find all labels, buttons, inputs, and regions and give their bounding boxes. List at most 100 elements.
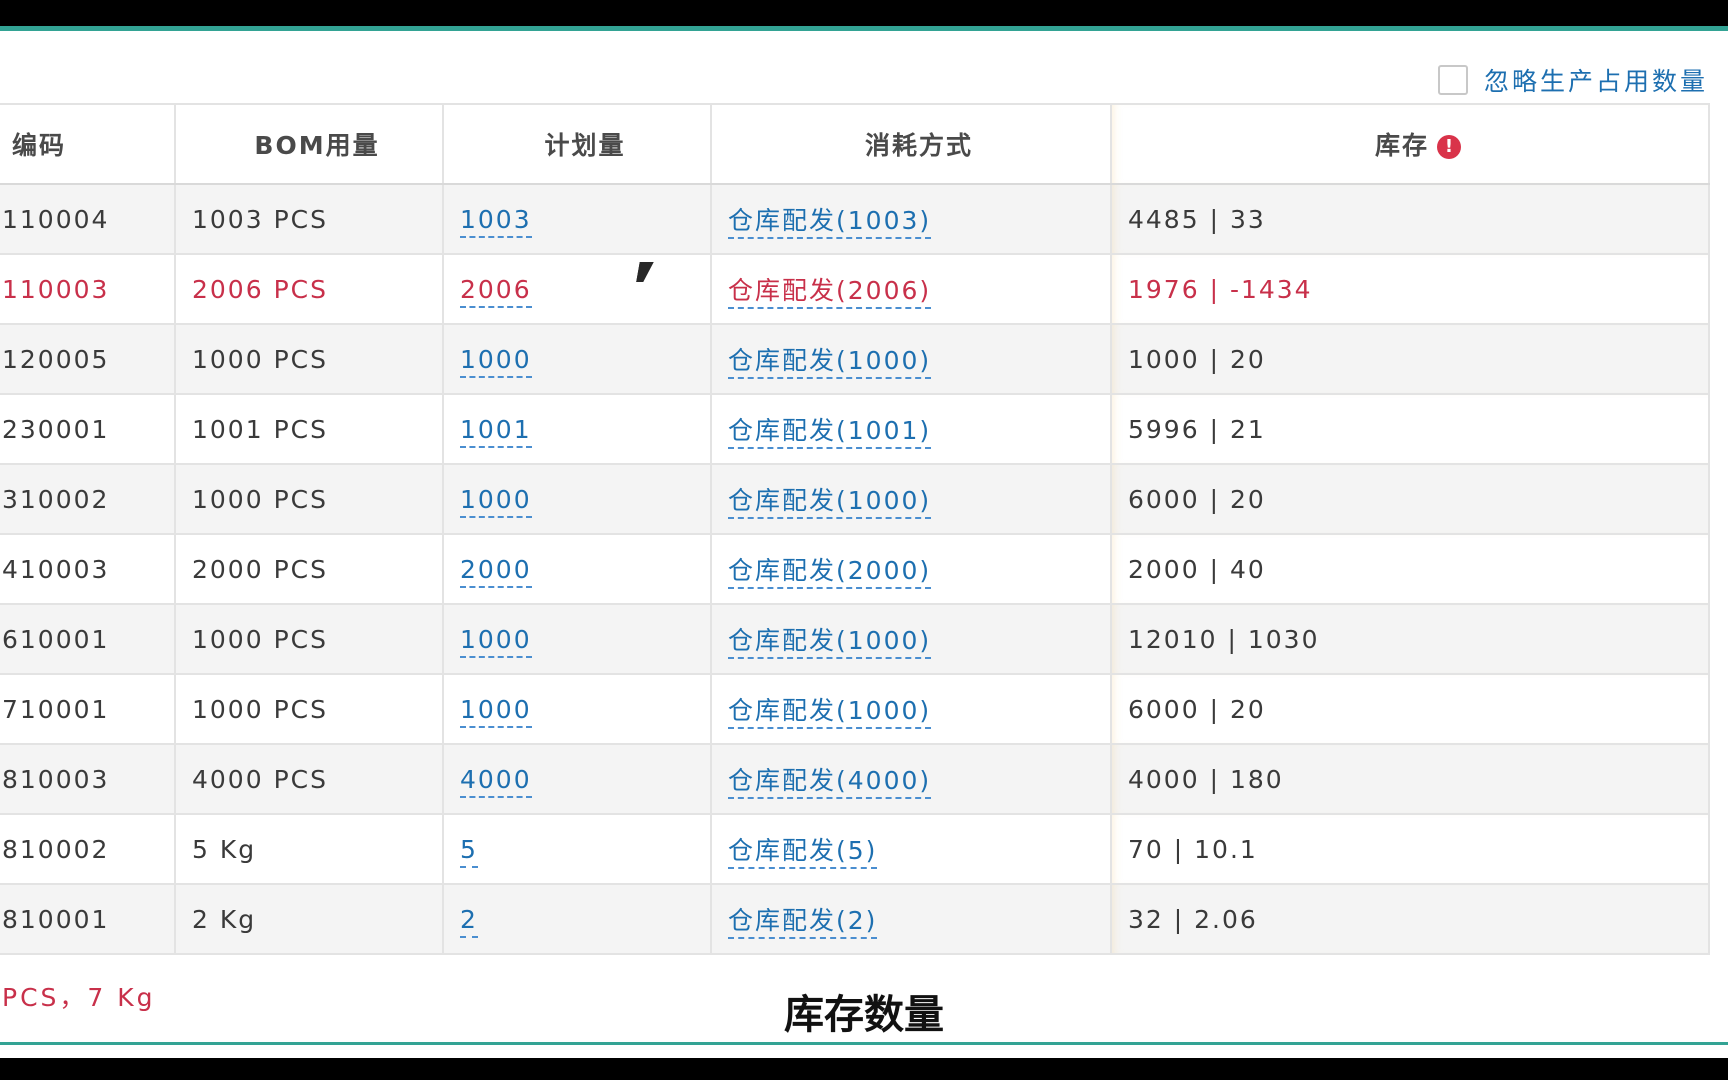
header-stock-label: 库存: [1374, 131, 1429, 160]
cell-plan: 2: [442, 883, 712, 955]
cell-plan: 1000: [442, 603, 712, 675]
table-row: 710001 1000 PCS 1000 仓库配发(1000) 6000 | 20: [0, 673, 1710, 745]
cell-code: 110004: [0, 183, 176, 255]
consume-link[interactable]: 仓库配发(1000): [728, 486, 932, 519]
header-stock: 库存!: [1110, 103, 1710, 185]
cell-bom: 2 Kg: [174, 883, 444, 955]
consume-link[interactable]: 仓库配发(1003): [728, 206, 932, 239]
consume-link[interactable]: 仓库配发(2000): [728, 556, 932, 589]
cell-stock: 70 | 10.1: [1110, 813, 1710, 885]
plan-link[interactable]: 5: [460, 834, 478, 868]
cell-consume: 仓库配发(1000): [710, 673, 1112, 745]
cell-bom: 1001 PCS: [174, 393, 444, 465]
plan-link[interactable]: 2000: [460, 554, 532, 588]
cell-stock: 1976 | -1434: [1110, 253, 1710, 325]
header-code: 编码: [0, 103, 176, 185]
table-header-row: 编码 BOM用量 计划量 消耗方式 库存!: [0, 103, 1710, 185]
cell-consume: 仓库配发(2006): [710, 253, 1112, 325]
cell-code: 810001: [0, 883, 176, 955]
cell-code: 310002: [0, 463, 176, 535]
consume-link[interactable]: 仓库配发(5): [728, 836, 878, 869]
cell-plan: 1000: [442, 463, 712, 535]
cell-code: 120005: [0, 323, 176, 395]
cell-plan: 4000: [442, 743, 712, 815]
cell-stock: 4000 | 180: [1110, 743, 1710, 815]
table-row: 230001 1001 PCS 1001 仓库配发(1001) 5996 | 21: [0, 393, 1710, 465]
consume-link[interactable]: 仓库配发(4000): [728, 766, 932, 799]
cell-bom: 1003 PCS: [174, 183, 444, 255]
plan-link[interactable]: 1000: [460, 624, 532, 658]
cell-stock: 5996 | 21: [1110, 393, 1710, 465]
table-row: 120005 1000 PCS 1000 仓库配发(1000) 1000 | 20: [0, 323, 1710, 395]
ignore-production-toggle[interactable]: 忽略生产占用数量: [1437, 62, 1708, 98]
table-row: 810003 4000 PCS 4000 仓库配发(4000) 4000 | 180: [0, 743, 1710, 815]
consume-link[interactable]: 仓库配发(1001): [728, 416, 932, 449]
cell-consume: 仓库配发(1000): [710, 463, 1112, 535]
cell-stock: 32 | 2.06: [1110, 883, 1710, 955]
plan-link[interactable]: 4000: [460, 764, 532, 798]
cell-plan: 5: [442, 813, 712, 885]
cell-consume: 仓库配发(1000): [710, 603, 1112, 675]
cell-bom: 4000 PCS: [174, 743, 444, 815]
cell-bom: 5 Kg: [174, 813, 444, 885]
header-bom: BOM用量: [174, 103, 444, 185]
cell-stock: 6000 | 20: [1110, 463, 1710, 535]
material-table: 编码 BOM用量 计划量 消耗方式 库存! 110004 1003 PCS 1003…: [0, 103, 1710, 955]
header-consume: 消耗方式: [710, 103, 1112, 185]
table-row: 810002 5 Kg 5 仓库配发(5) 70 | 10.1: [0, 813, 1710, 885]
cell-bom: 1000 PCS: [174, 323, 444, 395]
cell-consume: 仓库配发(4000): [710, 743, 1112, 815]
cell-code: 410003: [0, 533, 176, 605]
cell-bom: 1000 PCS: [174, 463, 444, 535]
table-row: 410003 2000 PCS 2000 仓库配发(2000) 2000 | 40: [0, 533, 1710, 605]
table-row: 610001 1000 PCS 1000 仓库配发(1000) 12010 | 1030: [0, 603, 1710, 675]
cell-plan: 1003: [442, 183, 712, 255]
cell-consume: 仓库配发(2000): [710, 533, 1112, 605]
table-row: 110004 1003 PCS 1003 仓库配发(1003) 4485 | 33: [0, 183, 1710, 255]
table-row: 110003 2006 PCS 2006 仓库配发(2006) 1976 | -1434: [0, 253, 1710, 325]
consume-link[interactable]: 仓库配发(1000): [728, 696, 932, 729]
cell-consume: 仓库配发(1000): [710, 323, 1112, 395]
cell-code: 810003: [0, 743, 176, 815]
table-row: 310002 1000 PCS 1000 仓库配发(1000) 6000 | 20: [0, 463, 1710, 535]
consume-link[interactable]: 仓库配发(2): [728, 906, 878, 939]
cell-plan: 2000: [442, 533, 712, 605]
cell-bom: 1000 PCS: [174, 603, 444, 675]
plan-link[interactable]: 1000: [460, 484, 532, 518]
cell-code: 810002: [0, 813, 176, 885]
cell-plan: 2006: [442, 253, 712, 325]
consume-link[interactable]: 仓库配发(1000): [728, 626, 932, 659]
exclamation-icon[interactable]: !: [1437, 135, 1461, 159]
cell-code: 230001: [0, 393, 176, 465]
ignore-production-checkbox[interactable]: [1437, 65, 1468, 95]
cell-bom: 1000 PCS: [174, 673, 444, 745]
cell-stock: 2000 | 40: [1110, 533, 1710, 605]
ignore-production-label[interactable]: 忽略生产占用数量: [1484, 62, 1708, 98]
cell-bom: 2006 PCS: [174, 253, 444, 325]
consume-link[interactable]: 仓库配发(1000): [728, 346, 932, 379]
cell-consume: 仓库配发(5): [710, 813, 1112, 885]
plan-link[interactable]: 1003: [460, 204, 532, 238]
cell-consume: 仓库配发(1003): [710, 183, 1112, 255]
cell-code: 610001: [0, 603, 176, 675]
cell-plan: 1000: [442, 673, 712, 745]
table-row: 810001 2 Kg 2 仓库配发(2) 32 | 2.06: [0, 883, 1710, 955]
plan-link[interactable]: 1000: [460, 694, 532, 728]
header-plan: 计划量: [442, 103, 712, 185]
cell-plan: 1001: [442, 393, 712, 465]
video-subtitle: 库存数量: [784, 992, 944, 1038]
cell-stock: 12010 | 1030: [1110, 603, 1710, 675]
consume-link[interactable]: 仓库配发(2006): [728, 276, 932, 309]
plan-link[interactable]: 2006: [460, 274, 532, 308]
cell-bom: 2000 PCS: [174, 533, 444, 605]
cell-consume: 仓库配发(1001): [710, 393, 1112, 465]
cell-code: 110003: [0, 253, 176, 325]
cell-consume: 仓库配发(2): [710, 883, 1112, 955]
plan-link[interactable]: 1000: [460, 344, 532, 378]
bottom-divider: [0, 1042, 1728, 1045]
cell-code: 710001: [0, 673, 176, 745]
cell-plan: 1000: [442, 323, 712, 395]
cell-stock: 1000 | 20: [1110, 323, 1710, 395]
plan-link[interactable]: 2: [460, 904, 478, 938]
plan-link[interactable]: 1001: [460, 414, 532, 448]
